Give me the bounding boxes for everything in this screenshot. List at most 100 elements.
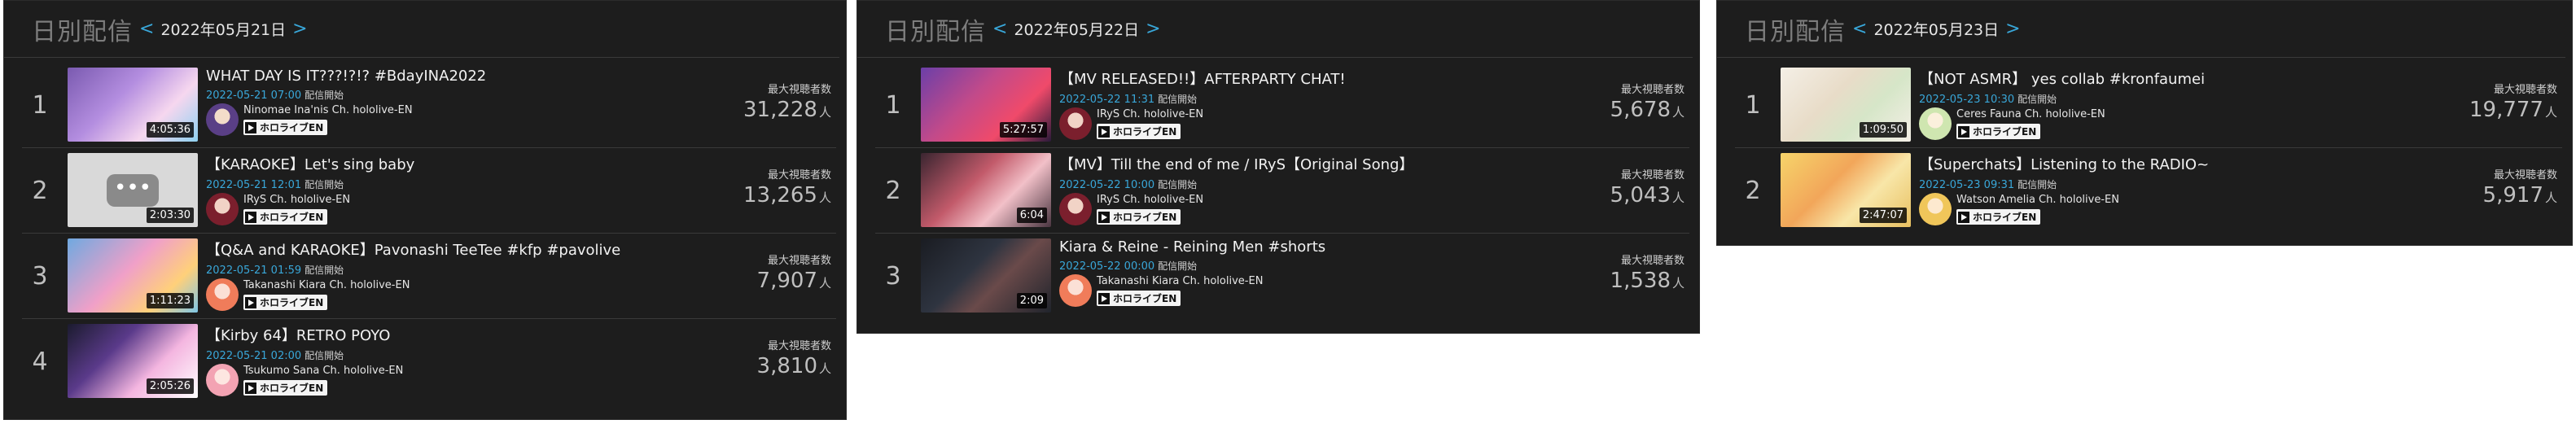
channel-avatar[interactable] [206, 103, 239, 136]
channel-row: Watson Amelia Ch. hololive-EN ホロライブEN [1919, 193, 2432, 226]
rank-number: 2 [885, 176, 901, 205]
list-item: 1 5:27:57 【MV RELEASED!!】AFTERPARTY CHAT… [875, 63, 1689, 148]
group-badge[interactable]: ホロライブEN [243, 120, 328, 135]
badge-label: ホロライブEN [1973, 212, 2037, 223]
group-badge[interactable]: ホロライブEN [1097, 291, 1181, 306]
video-thumbnail[interactable]: 2:47:07 [1781, 153, 1911, 227]
group-badge[interactable]: ホロライブEN [1097, 124, 1181, 139]
channel-name[interactable]: Tsukumo Sana Ch. hololive-EN [243, 364, 403, 378]
video-title[interactable]: 【Superchats】Listening to the RADIO~ [1919, 153, 2432, 174]
channel-row: Takanashi Kiara Ch. hololive-EN ホロライブEN [1059, 274, 1559, 308]
stream-start: 2022-05-22 00:00 配信開始 [1059, 259, 1559, 273]
viewer-label: 最大視聴者数 [1620, 169, 1684, 181]
viewer-count: 7,907 人 [756, 269, 831, 293]
video-thumbnail[interactable]: 4:05:36 [68, 68, 198, 142]
panel-header: 日別配信 < 2022年05月22日 > [857, 1, 1693, 58]
channel-avatar[interactable] [206, 193, 239, 225]
prev-day-link[interactable]: < [1852, 19, 1867, 39]
video-thumbnail[interactable]: 1:09:50 [1781, 68, 1911, 142]
channel-name[interactable]: IRyS Ch. hololive-EN [1097, 107, 1203, 121]
video-info: 【Superchats】Listening to the RADIO~ 2022… [1919, 153, 2432, 226]
stream-start: 2022-05-22 11:31 配信開始 [1059, 92, 1559, 106]
rank-number: 2 [32, 176, 48, 205]
video-thumbnail[interactable]: 2:09 [921, 238, 1051, 313]
stream-start: 2022-05-22 10:00 配信開始 [1059, 177, 1559, 191]
viewer-label: 最大視聴者数 [1620, 255, 1684, 267]
channel-avatar[interactable] [1059, 107, 1092, 140]
channel-name[interactable]: Ninomae Ina'nis Ch. hololive-EN [243, 103, 413, 117]
channel-row: IRyS Ch. hololive-EN ホロライブEN [1059, 193, 1559, 226]
channel-avatar[interactable] [206, 278, 239, 311]
group-badge[interactable]: ホロライブEN [1956, 124, 2041, 139]
video-title[interactable]: WHAT DAY IS IT???!?!? #BdayINA2022 [206, 68, 706, 85]
play-icon [245, 382, 256, 394]
badge-label: ホロライブEN [260, 297, 324, 308]
play-icon [245, 211, 256, 223]
video-thumbnail[interactable]: 2:05:26 [68, 324, 198, 398]
video-title[interactable]: 【MV】Till the end of me / IRyS【Original S… [1059, 153, 1559, 174]
group-badge[interactable]: ホロライブEN [1956, 209, 2041, 225]
channel-name[interactable]: Takanashi Kiara Ch. hololive-EN [1097, 274, 1263, 288]
channel-name[interactable]: IRyS Ch. hololive-EN [1097, 193, 1203, 207]
next-day-link[interactable]: > [292, 19, 307, 39]
viewer-stats: 最大視聴者数 5,917 人 [2483, 166, 2557, 208]
channel-avatar[interactable] [1919, 193, 1952, 225]
next-day-link[interactable]: > [1146, 19, 1160, 39]
channel-name[interactable]: Takanashi Kiara Ch. hololive-EN [243, 278, 410, 292]
video-info: 【MV】Till the end of me / IRyS【Original S… [1059, 153, 1559, 226]
start-label: 配信開始 [304, 265, 344, 276]
duration-label: 2:47:07 [1859, 208, 1907, 223]
video-title[interactable]: 【KARAOKE】Let's sing baby [206, 153, 706, 174]
panel-date: 2022年05月23日 [1873, 21, 2000, 39]
viewer-label: 最大視聴者数 [767, 84, 831, 96]
channel-row: Ninomae Ina'nis Ch. hololive-EN ホロライブEN [206, 103, 706, 137]
channel-name[interactable]: IRyS Ch. hololive-EN [243, 193, 350, 207]
next-day-link[interactable]: > [2005, 19, 2020, 39]
video-thumbnail[interactable]: ••• 2:03:30 [68, 153, 198, 227]
play-icon [1958, 125, 1969, 138]
viewer-stats: 最大視聴者数 31,228 人 [743, 81, 831, 122]
stream-start: 2022-05-21 07:00 配信開始 [206, 88, 706, 102]
viewer-count: 5,917 人 [2482, 183, 2557, 208]
channel-avatar[interactable] [206, 364, 239, 396]
channel-name[interactable]: Ceres Fauna Ch. hololive-EN [1956, 107, 2105, 121]
viewer-label: 最大視聴者数 [2493, 84, 2557, 96]
start-time: 2022-05-21 12:01 [206, 179, 302, 191]
video-thumbnail[interactable]: 1:11:23 [68, 238, 198, 313]
channel-avatar[interactable] [1059, 193, 1092, 225]
duration-label: 2:05:26 [146, 378, 194, 394]
viewer-label: 最大視聴者数 [767, 169, 831, 181]
video-title[interactable]: 【MV RELEASED!!】AFTERPARTY CHAT! [1059, 68, 1559, 89]
video-thumbnail[interactable]: 6:04 [921, 153, 1051, 227]
badge-label: ホロライブEN [1113, 126, 1177, 138]
viewer-count: 31,228 人 [743, 98, 831, 122]
channel-name[interactable]: Watson Amelia Ch. hololive-EN [1956, 193, 2119, 207]
video-title[interactable]: Kiara & Reine - Reining Men #shorts [1059, 238, 1559, 256]
video-list: 1 5:27:57 【MV RELEASED!!】AFTERPARTY CHAT… [857, 58, 1699, 319]
video-title[interactable]: 【Kirby 64】RETRO POYO [206, 324, 706, 345]
video-list: 1 4:05:36 WHAT DAY IS IT???!?!? #BdayINA… [4, 58, 846, 404]
viewer-count: 5,043 人 [1610, 183, 1684, 208]
group-badge[interactable]: ホロライブEN [243, 295, 328, 310]
panel-title: 日別配信 [32, 17, 133, 46]
rank-number: 1 [32, 90, 48, 120]
viewer-stats: 最大視聴者数 5,678 人 [1610, 81, 1684, 122]
group-badge[interactable]: ホロライブEN [243, 380, 328, 396]
group-badge[interactable]: ホロライブEN [243, 209, 328, 225]
viewer-count: 13,265 人 [743, 183, 831, 208]
channel-row: Ceres Fauna Ch. hololive-EN ホロライブEN [1919, 107, 2432, 141]
video-info: 【MV RELEASED!!】AFTERPARTY CHAT! 2022-05-… [1059, 68, 1559, 141]
group-badge[interactable]: ホロライブEN [1097, 209, 1181, 225]
channel-avatar[interactable] [1059, 274, 1092, 307]
video-title[interactable]: 【NOT ASMR】 yes collab #kronfaumei [1919, 68, 2432, 89]
video-thumbnail[interactable]: 5:27:57 [921, 68, 1051, 142]
day-panel-0521: 日別配信 < 2022年05月21日 > 1 4:05:36 WHAT DAY … [3, 0, 847, 420]
viewer-stats: 最大視聴者数 1,538 人 [1610, 251, 1684, 293]
stream-start: 2022-05-21 01:59 配信開始 [206, 263, 706, 277]
prev-day-link[interactable]: < [139, 19, 154, 39]
rank-number: 4 [32, 347, 48, 376]
channel-avatar[interactable] [1919, 107, 1952, 140]
video-title[interactable]: 【Q&A and KARAOKE】Pavonashi TeeTee #kfp #… [206, 238, 706, 260]
play-icon [1098, 211, 1110, 223]
prev-day-link[interactable]: < [992, 19, 1007, 39]
